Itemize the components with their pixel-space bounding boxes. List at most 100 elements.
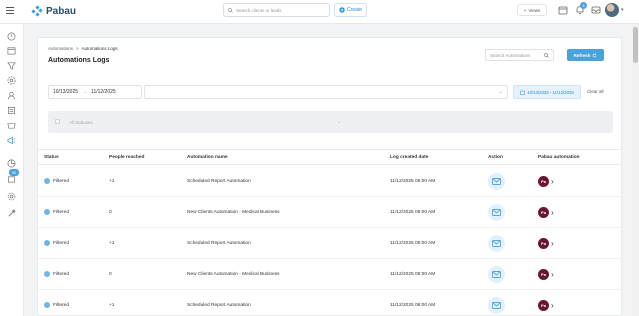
automation-name-cell: Scheduled Report Automation bbox=[187, 303, 251, 308]
email-action-button[interactable] bbox=[488, 204, 505, 221]
user-avatar[interactable] bbox=[605, 3, 619, 17]
automation-filter-select[interactable]: ⌄ bbox=[144, 85, 508, 99]
refresh-button[interactable]: Refresh bbox=[567, 49, 604, 61]
status-select-placeholder: All Statuses bbox=[69, 119, 93, 125]
global-search-input[interactable]: Search clients or leads bbox=[223, 3, 330, 17]
pabau-automation-cell[interactable]: Pa › bbox=[538, 176, 554, 187]
email-action-button[interactable] bbox=[488, 297, 505, 314]
pabau-automation-cell[interactable]: Pa › bbox=[538, 269, 554, 280]
status-select[interactable]: All Statuses ⌄ bbox=[65, 116, 345, 128]
views-button[interactable]: + Views bbox=[517, 4, 547, 16]
people-reached-cell: +1 bbox=[109, 303, 115, 308]
status-checkbox[interactable] bbox=[55, 119, 60, 124]
date-to: 11/12/2025 bbox=[91, 89, 116, 95]
log-date-cell: 11/12/2025 06:00 AM bbox=[390, 272, 436, 277]
people-reached-cell: 0 bbox=[109, 272, 112, 277]
clear-all-link[interactable]: Clear all bbox=[587, 89, 604, 94]
filter-status-icon bbox=[44, 302, 50, 308]
table-row[interactable]: Filtered +1 Scheduled Report Automation … bbox=[38, 290, 623, 316]
log-date-cell: 11/12/2025 06:00 AM bbox=[390, 303, 436, 308]
column-header-log-created-date[interactable]: Log created date bbox=[390, 155, 428, 160]
automation-name-cell: New Clients Automation - Medical Busines… bbox=[187, 272, 280, 277]
email-action-button[interactable] bbox=[488, 235, 505, 252]
email-action-button[interactable] bbox=[488, 173, 505, 190]
sidebar-sales-icon[interactable] bbox=[7, 106, 16, 115]
date-range-picker[interactable]: 10/13/2025 → 11/12/2025 bbox=[48, 85, 142, 99]
filter-status-icon bbox=[44, 271, 50, 277]
page-title: Automations Logs bbox=[48, 57, 110, 64]
people-reached-cell: +1 bbox=[109, 179, 115, 184]
inbox-icon[interactable] bbox=[591, 5, 601, 15]
date-range-chip[interactable]: 10/13/2025 - 11/12/2025 bbox=[513, 85, 581, 99]
sidebar-automations-icon[interactable] bbox=[7, 136, 16, 145]
scrollbar-thumb[interactable] bbox=[633, 27, 638, 63]
sidebar: 95 bbox=[0, 24, 24, 316]
sidebar-calendar-icon[interactable] bbox=[7, 46, 16, 55]
chevron-right-icon: › bbox=[551, 300, 554, 310]
log-date-cell: 11/12/2025 06:00 AM bbox=[390, 179, 436, 184]
sidebar-inbox-icon[interactable] bbox=[7, 175, 16, 184]
automation-name-cell: New Clients Automation - Medical Busines… bbox=[187, 210, 280, 215]
status-cell: Filtered bbox=[44, 302, 69, 308]
pabau-automation-cell[interactable]: Pa › bbox=[538, 238, 554, 249]
people-reached-cell: +1 bbox=[109, 241, 115, 246]
status-text: Filtered bbox=[53, 178, 69, 184]
page-scrollbar[interactable] bbox=[632, 24, 639, 316]
sidebar-settings-icon[interactable] bbox=[7, 192, 16, 201]
email-action-button[interactable] bbox=[488, 266, 505, 283]
calendar-icon[interactable] bbox=[558, 5, 568, 15]
sidebar-tools-icon[interactable] bbox=[7, 209, 16, 218]
sidebar-clients-icon[interactable] bbox=[7, 91, 16, 100]
create-button-label: Create bbox=[346, 7, 362, 13]
notifications-badge: 8 bbox=[580, 2, 587, 9]
pabau-badge: Pa bbox=[538, 269, 549, 280]
sidebar-marketing-icon[interactable] bbox=[7, 76, 16, 85]
table-row[interactable]: Filtered 0 New Clients Automation - Medi… bbox=[38, 259, 623, 290]
create-button[interactable]: Create bbox=[334, 3, 367, 17]
sidebar-leads-icon[interactable] bbox=[7, 61, 16, 70]
logo[interactable]: Pabau bbox=[31, 4, 76, 18]
breadcrumb-parent-link[interactable]: Automations bbox=[48, 46, 73, 51]
status-cell: Filtered bbox=[44, 240, 69, 246]
pabau-logo-icon bbox=[31, 5, 43, 17]
pabau-automation-cell[interactable]: Pa › bbox=[538, 207, 554, 218]
column-header-action[interactable]: Action bbox=[488, 155, 503, 160]
table-row[interactable]: Filtered +1 Scheduled Report Automation … bbox=[38, 166, 623, 197]
refresh-button-label: Refresh bbox=[573, 52, 591, 58]
log-date-cell: 11/12/2025 06:00 AM bbox=[390, 241, 436, 246]
calendar-icon bbox=[520, 90, 525, 95]
column-header-pabau-automation[interactable]: Pabau automation bbox=[538, 155, 580, 160]
breadcrumb: Automations > Automations Logs bbox=[48, 46, 118, 51]
chevron-down-icon[interactable]: ▾ bbox=[621, 7, 624, 13]
column-header-status[interactable]: Status bbox=[44, 155, 59, 160]
sidebar-reports-icon[interactable] bbox=[7, 159, 16, 168]
chevron-right-icon: › bbox=[551, 207, 554, 217]
chevron-down-icon: ⌄ bbox=[337, 119, 341, 124]
filter-status-icon bbox=[44, 240, 50, 246]
search-automations-input[interactable]: Search Automations bbox=[485, 49, 554, 61]
global-search-placeholder: Search clients or leads bbox=[236, 7, 282, 13]
table-row[interactable]: Filtered +1 Scheduled Report Automation … bbox=[38, 228, 623, 259]
views-button-label: Views bbox=[528, 7, 541, 13]
people-reached-cell: 0 bbox=[109, 210, 112, 215]
status-cell: Filtered bbox=[44, 209, 69, 215]
menu-icon[interactable] bbox=[6, 7, 14, 15]
status-text: Filtered bbox=[53, 209, 69, 215]
date-arrow-icon: → bbox=[82, 89, 88, 95]
envelope-icon bbox=[492, 178, 501, 185]
chevron-right-icon: › bbox=[551, 238, 554, 248]
logo-text: Pabau bbox=[46, 5, 77, 17]
table-header: Status People reached Automation name Lo… bbox=[38, 149, 623, 165]
envelope-icon bbox=[492, 271, 501, 278]
plus-icon: + bbox=[523, 7, 527, 13]
sidebar-dashboard-icon[interactable] bbox=[7, 32, 16, 41]
refresh-icon bbox=[593, 52, 597, 57]
status-text: Filtered bbox=[53, 240, 69, 246]
envelope-icon bbox=[492, 209, 501, 216]
column-header-people-reached[interactable]: People reached bbox=[109, 155, 144, 160]
column-header-automation-name[interactable]: Automation name bbox=[187, 155, 228, 160]
pabau-badge: Pa bbox=[538, 300, 549, 311]
pabau-automation-cell[interactable]: Pa › bbox=[538, 300, 554, 311]
sidebar-stock-icon[interactable] bbox=[7, 121, 16, 130]
table-row[interactable]: Filtered 0 New Clients Automation - Medi… bbox=[38, 197, 623, 228]
